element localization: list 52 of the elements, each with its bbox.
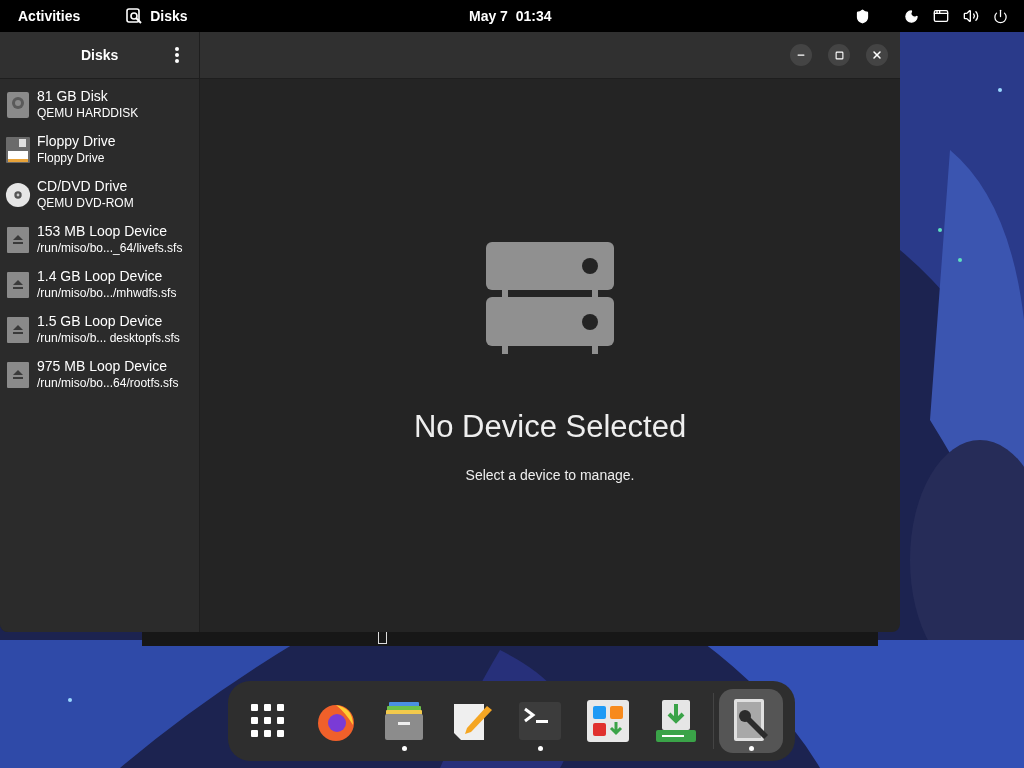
disk-wrench-icon[interactable] [732,699,770,743]
eject-drive-icon [6,315,30,344]
app-grid-icon[interactable] [251,704,285,738]
maximize-button[interactable] [828,44,850,66]
device-name: 975 MB Loop Device [37,358,168,376]
device-name: CD/DVD Drive [37,178,129,196]
volume-icon[interactable] [963,8,979,24]
device-item[interactable]: 81 GB Disk QEMU HARDDISK [0,82,199,127]
device-name: 1.5 GB Loop Device [37,313,164,331]
device-detail: /run/miso/bo...64/rootfs.sfs [37,375,179,391]
close-button[interactable] [866,44,888,66]
device-name: Floppy Drive [37,133,116,151]
app-menu[interactable]: Disks [150,5,188,27]
minimize-button[interactable] [790,44,812,66]
device-name: 1.4 GB Loop Device [37,268,164,286]
more-icon [175,47,179,63]
device-item[interactable]: 975 MB Loop Device /run/miso/bo...64/rootfs.sfs [0,352,199,397]
file-cabinet-icon[interactable] [383,700,425,742]
device-detail: /run/miso/bo..._64/livefs.sfs [37,240,183,256]
device-detail: QEMU HARDDISK [37,105,139,121]
eject-drive-icon [6,225,30,254]
night-light-icon[interactable] [904,8,919,24]
device-name: 153 MB Loop Device [37,223,168,241]
empty-state-title: No Device Selected [413,408,687,446]
close-icon [871,49,883,61]
device-item[interactable]: CD/DVD Drive QEMU DVD-ROM [0,172,199,217]
maximize-icon [834,50,844,60]
disk-search-icon [126,8,143,24]
sidebar-title: Disks [81,45,119,65]
clock[interactable]: May 7 01:34 [469,5,552,27]
device-detail: /run/miso/b... desktopfs.sfs [37,330,180,346]
display-icon[interactable] [933,8,949,24]
drive-icon [486,242,614,354]
software-store-icon[interactable] [587,700,629,742]
terminal-icon[interactable] [519,702,561,740]
device-item[interactable]: 1.4 GB Loop Device /run/miso/bo.../mhwdfs.sfs [0,262,199,307]
empty-state-text: Select a device to manage. [465,465,635,485]
eject-drive-icon [6,360,30,389]
installer-icon[interactable] [656,700,696,742]
device-name: 81 GB Disk [37,88,109,106]
optical-disc-icon [5,180,31,209]
activities-button[interactable]: Activities [18,5,81,27]
power-icon[interactable] [993,8,1008,24]
dock-item[interactable] [719,689,783,753]
device-item[interactable]: 1.5 GB Loop Device /run/miso/b... desktopfs.sfs [0,307,199,352]
device-detail: QEMU DVD-ROM [37,195,134,211]
device-detail: /run/miso/bo.../mhwdfs.sfs [37,285,177,301]
shield-icon[interactable] [855,8,870,24]
eject-drive-icon [6,270,30,299]
device-item[interactable]: Floppy Drive Floppy Drive [0,127,199,172]
device-item[interactable]: 153 MB Loop Device /run/miso/bo..._64/livefs.sfs [0,217,199,262]
device-detail: Floppy Drive [37,150,106,166]
